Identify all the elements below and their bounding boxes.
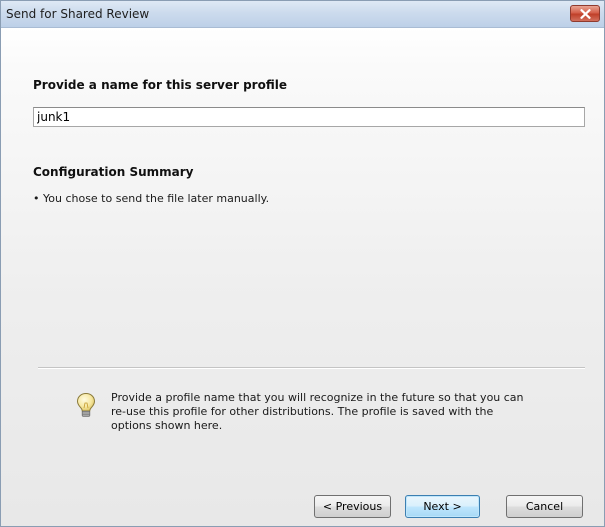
send-for-shared-review-dialog: Send for Shared Review Provide a name fo… [0, 0, 605, 527]
hint-text: Provide a profile name that you will rec… [111, 391, 524, 432]
summary-item: • You chose to send the file later manua… [33, 192, 270, 205]
lightbulb-icon [76, 392, 96, 417]
close-button[interactable] [570, 5, 600, 22]
previous-button[interactable]: < Previous [314, 495, 391, 518]
dialog-content: Provide a name for this server profile C… [1, 28, 604, 526]
next-button[interactable]: Next > [405, 495, 480, 518]
window-title: Send for Shared Review [6, 7, 150, 21]
divider [38, 367, 585, 369]
title-bar[interactable]: Send for Shared Review [1, 1, 604, 28]
configuration-summary-heading: Configuration Summary [33, 165, 194, 179]
profile-name-input[interactable] [33, 107, 585, 127]
cancel-button[interactable]: Cancel [506, 495, 583, 518]
close-icon [580, 9, 591, 19]
profile-name-heading: Provide a name for this server profile [33, 78, 287, 92]
